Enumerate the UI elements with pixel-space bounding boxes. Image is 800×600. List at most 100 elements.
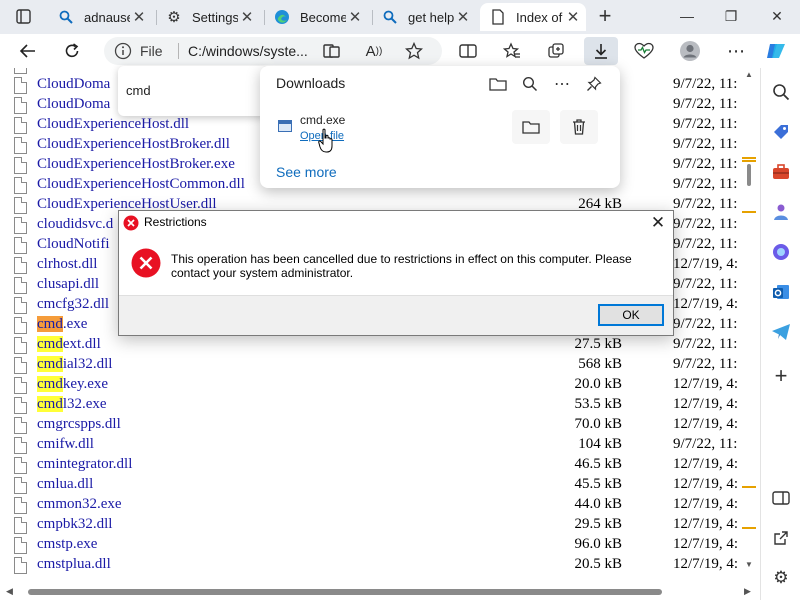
copilot-sidebar-icon[interactable] [769,240,793,264]
close-tab-icon[interactable]: ✕ [564,8,582,26]
file-link[interactable]: cmdkey.exe [37,376,108,393]
collections-button[interactable] [542,37,570,65]
file-icon [14,237,27,254]
read-aloud-icon[interactable] [318,37,346,65]
file-link[interactable]: CloudExperienceHostCommon.dll [37,176,245,193]
file-icon [14,217,27,234]
file-link[interactable]: CloudExperienceHostBroker.dll [37,136,230,153]
file-row: cmlua.dll 45.5 kB 12/7/19, 4: [0,476,756,496]
ok-button[interactable]: OK [598,304,664,326]
file-link[interactable]: cmd.exe [37,316,87,333]
file-link[interactable]: cmmon32.exe [37,496,122,513]
file-link[interactable]: CloudDoma [37,96,110,113]
match-marker [742,486,756,488]
scroll-left-icon[interactable]: ◀ [6,586,13,597]
minimize-button[interactable]: — [672,5,702,27]
dialog-titlebar[interactable]: Restrictions ✕ [119,211,673,235]
sidebar-layout-icon[interactable] [769,486,793,510]
telegram-icon[interactable] [769,320,793,344]
file-link[interactable]: cmpbk32.dll [37,516,112,533]
games-icon[interactable] [769,200,793,224]
search-downloads-icon[interactable] [518,72,542,96]
file-link[interactable]: cmstp.exe [37,536,97,553]
refresh-button[interactable] [58,37,86,65]
vertical-scroll-thumb[interactable] [747,164,751,186]
find-bar[interactable]: cmd [118,66,268,116]
favorite-star-icon[interactable] [400,37,428,65]
address-bar[interactable]: File C:/windows/syste... A)) [104,37,442,65]
more-menu-button[interactable]: ⋯ [722,37,750,65]
downloads-button[interactable] [584,37,618,65]
file-link[interactable]: cmifw.dll [37,436,94,453]
file-link[interactable]: cmstplua.dll [37,556,111,573]
file-link[interactable]: clusapi.dll [37,276,99,293]
open-external-icon[interactable] [769,526,793,550]
file-link[interactable]: clrhost.dll [37,256,97,273]
favorites-button[interactable] [498,37,526,65]
file-date: 12/7/19, 4: [673,256,739,272]
shopping-tag-icon[interactable] [769,120,793,144]
pin-icon[interactable] [582,72,606,96]
profile-button[interactable] [676,37,704,65]
search-match-highlight: cmd [37,396,63,412]
file-link[interactable]: cmlua.dll [37,476,93,493]
search-icon[interactable] [769,80,793,104]
restore-button[interactable]: ❐ [716,5,746,27]
close-window-button[interactable]: ✕ [762,5,792,27]
see-more-link[interactable]: See more [276,164,337,180]
open-downloads-folder-icon[interactable] [486,72,510,96]
tools-icon[interactable] [769,160,793,184]
collections-icon [548,43,564,58]
close-tab-icon[interactable]: ✕ [238,8,256,26]
file-date: 12/7/19, 4: [673,396,739,412]
file-link[interactable]: cmgrcspps.dll [37,416,121,433]
file-link[interactable]: cmintegrator.dll [37,456,132,473]
copilot-button[interactable] [762,37,790,65]
tab-actions-button[interactable] [8,6,38,28]
file-link[interactable]: cmdial32.dll [37,356,112,373]
file-link[interactable]: cmdext.dll [37,336,101,353]
address-url[interactable]: C:/windows/syste... [188,43,310,59]
find-query-input[interactable]: cmd [126,83,151,98]
restrictions-dialog: Restrictions ✕ This operation has been c… [118,210,674,336]
tab-get-help[interactable]: get help ✕ [372,3,476,31]
tab-index-of[interactable]: Index of ✕ [480,3,586,31]
scroll-up-icon[interactable]: ▲ [745,70,753,79]
close-tab-icon[interactable]: ✕ [454,8,472,26]
file-link[interactable]: CloudExperienceHost.dll [37,116,189,133]
scroll-right-icon[interactable]: ▶ [744,586,751,597]
vertical-scrollbar[interactable]: ▲ ▼ [742,68,756,584]
close-tab-icon[interactable]: ✕ [130,8,148,26]
new-tab-button[interactable]: + [590,4,620,30]
file-name: cmstp.exe [37,536,98,552]
scroll-down-icon[interactable]: ▼ [745,560,753,569]
back-button[interactable] [14,37,42,65]
text-aloud-icon[interactable]: A)) [360,37,388,65]
file-link[interactable]: CloudExperienceHostBroker.exe [37,156,235,173]
close-tab-icon[interactable]: ✕ [346,8,364,26]
horizontal-scrollbar[interactable]: ◀ ▶ [0,584,760,600]
settings-gear-icon[interactable]: ⚙ [769,566,793,590]
info-icon[interactable] [114,42,132,60]
file-icon [14,297,27,314]
downloads-more-options-icon[interactable]: ⋯ [550,72,574,96]
file-link[interactable]: cmdl32.exe [37,396,107,413]
split-screen-button[interactable] [454,37,482,65]
outlook-icon[interactable] [769,280,793,304]
delete-download-button[interactable] [560,110,598,144]
file-link[interactable]: CloudDoma [37,76,110,93]
file-date: 12/7/19, 4: [673,376,739,392]
search-match-highlight: cmd [37,376,63,392]
horizontal-scroll-thumb[interactable] [28,589,662,595]
add-sidebar-app-icon[interactable]: + [769,363,793,388]
dialog-close-button[interactable]: ✕ [647,212,669,234]
file-link[interactable]: CloudNotifi [37,236,110,253]
file-date: 9/7/22, 11: [673,436,738,452]
file-link[interactable]: cloudidsvc.d [37,216,113,233]
tab-settings[interactable]: ⚙ Settings ✕ [156,3,260,31]
file-link[interactable]: cmcfg32.dll [37,296,109,313]
browser-essentials-button[interactable] [630,37,658,65]
tab-adnause[interactable]: adnause ✕ [48,3,152,31]
show-in-folder-button[interactable] [512,110,550,144]
tab-become[interactable]: Become ✕ [264,3,368,31]
